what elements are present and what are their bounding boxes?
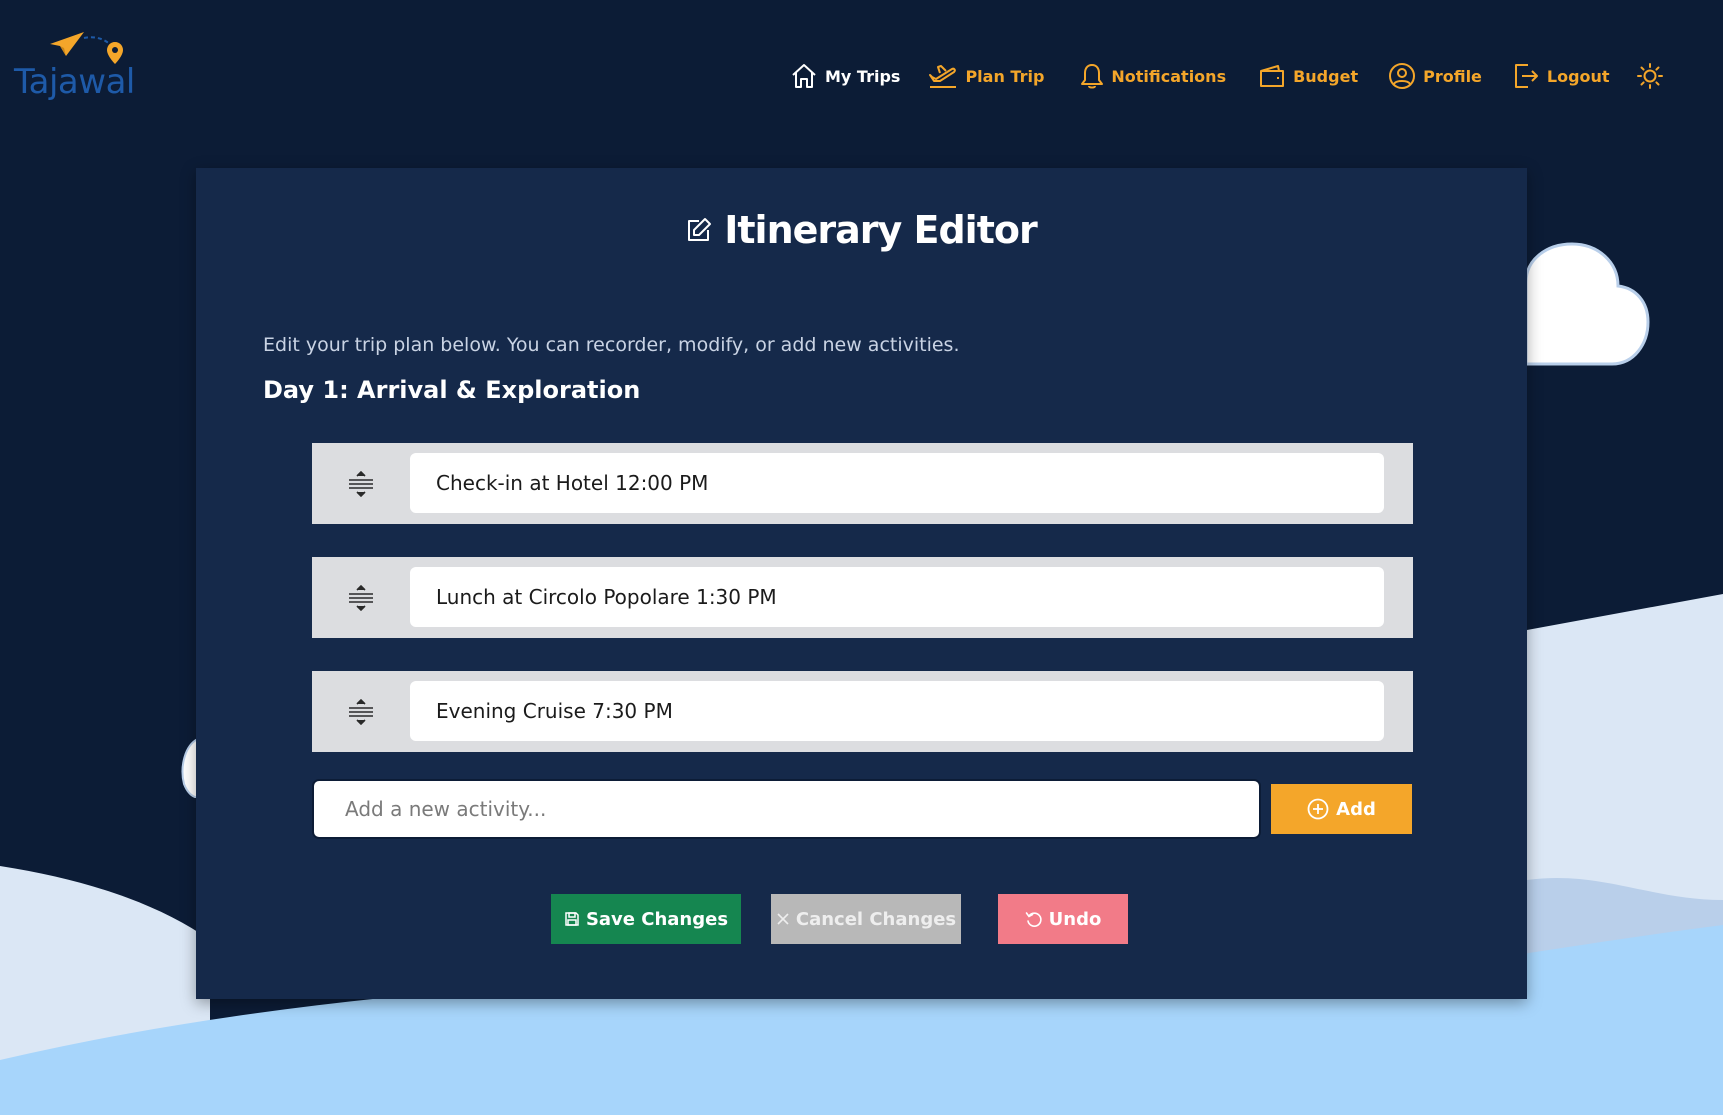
nav-notifications[interactable]: Notifications xyxy=(1080,62,1226,90)
location-pin-icon xyxy=(107,42,123,64)
nav-logout[interactable]: Logout xyxy=(1512,62,1610,90)
save-changes-button[interactable]: Save Changes xyxy=(551,894,741,944)
nav-plan-trip[interactable]: Plan Trip xyxy=(928,63,1044,89)
activity-text-field[interactable]: Check-in at Hotel 12:00 PM xyxy=(410,453,1384,513)
floppy-disk-icon xyxy=(565,912,579,926)
nav-my-trips[interactable]: My Trips xyxy=(790,62,900,90)
nav-profile[interactable]: Profile xyxy=(1388,62,1482,90)
cancel-changes-button[interactable]: Cancel Changes xyxy=(771,894,961,944)
editor-intro-text: Edit your trip plan below. You can recor… xyxy=(263,334,960,356)
activity-item[interactable]: Check-in at Hotel 12:00 PM xyxy=(312,443,1413,524)
logout-icon xyxy=(1514,64,1538,88)
airplane-takeoff-icon xyxy=(929,65,957,88)
activity-text-field[interactable]: Lunch at Circolo Popolare 1:30 PM xyxy=(410,567,1384,627)
bell-icon xyxy=(1081,64,1104,89)
wallet-icon xyxy=(1260,65,1285,87)
nav-my-trips-label: My Trips xyxy=(825,66,901,86)
activity-text-field[interactable]: Evening Cruise 7:30 PM xyxy=(410,681,1384,741)
drag-handle-icon[interactable] xyxy=(346,699,376,725)
add-activity-button[interactable]: Add xyxy=(1271,784,1412,834)
nav-budget-label: Budget xyxy=(1293,66,1359,86)
user-circle-icon xyxy=(1389,63,1416,89)
undo-icon xyxy=(1025,912,1042,927)
drag-handle-icon[interactable] xyxy=(346,471,376,497)
nav-plan-trip-label: Plan Trip xyxy=(965,66,1045,86)
plus-circle-icon xyxy=(1307,798,1329,820)
editor-title-row: Itinerary Editor xyxy=(196,208,1527,252)
itinerary-editor-card: Itinerary Editor Edit your trip plan bel… xyxy=(196,168,1527,999)
undo-label: Undo xyxy=(1048,908,1102,930)
nav-profile-label: Profile xyxy=(1423,66,1482,86)
cloud-decoration xyxy=(1526,242,1650,366)
undo-button[interactable]: Undo xyxy=(998,894,1128,944)
activity-item[interactable]: Lunch at Circolo Popolare 1:30 PM xyxy=(312,557,1413,638)
drag-handle-icon[interactable] xyxy=(346,585,376,611)
cancel-changes-label: Cancel Changes xyxy=(795,908,957,930)
close-icon xyxy=(777,913,789,925)
activity-item[interactable]: Evening Cruise 7:30 PM xyxy=(312,671,1413,752)
day-heading: Day 1: Arrival & Exploration xyxy=(263,376,641,404)
nav-notifications-label: Notifications xyxy=(1111,66,1227,86)
new-activity-input[interactable] xyxy=(312,779,1261,839)
nav-budget[interactable]: Budget xyxy=(1258,63,1358,89)
edit-icon xyxy=(688,218,712,241)
page-title: Itinerary Editor xyxy=(724,208,1037,252)
brand-logo[interactable]: Tajawal xyxy=(14,28,144,108)
brand-name: Tajawal xyxy=(14,62,135,102)
add-activity-label: Add xyxy=(1336,798,1376,820)
save-changes-label: Save Changes xyxy=(585,908,729,930)
sun-icon xyxy=(1636,63,1663,89)
nav-logout-label: Logout xyxy=(1546,66,1610,86)
home-icon xyxy=(792,64,816,88)
main-nav: My Trips Plan Trip Notifications Budget … xyxy=(790,56,1671,96)
theme-toggle[interactable] xyxy=(1636,62,1671,90)
